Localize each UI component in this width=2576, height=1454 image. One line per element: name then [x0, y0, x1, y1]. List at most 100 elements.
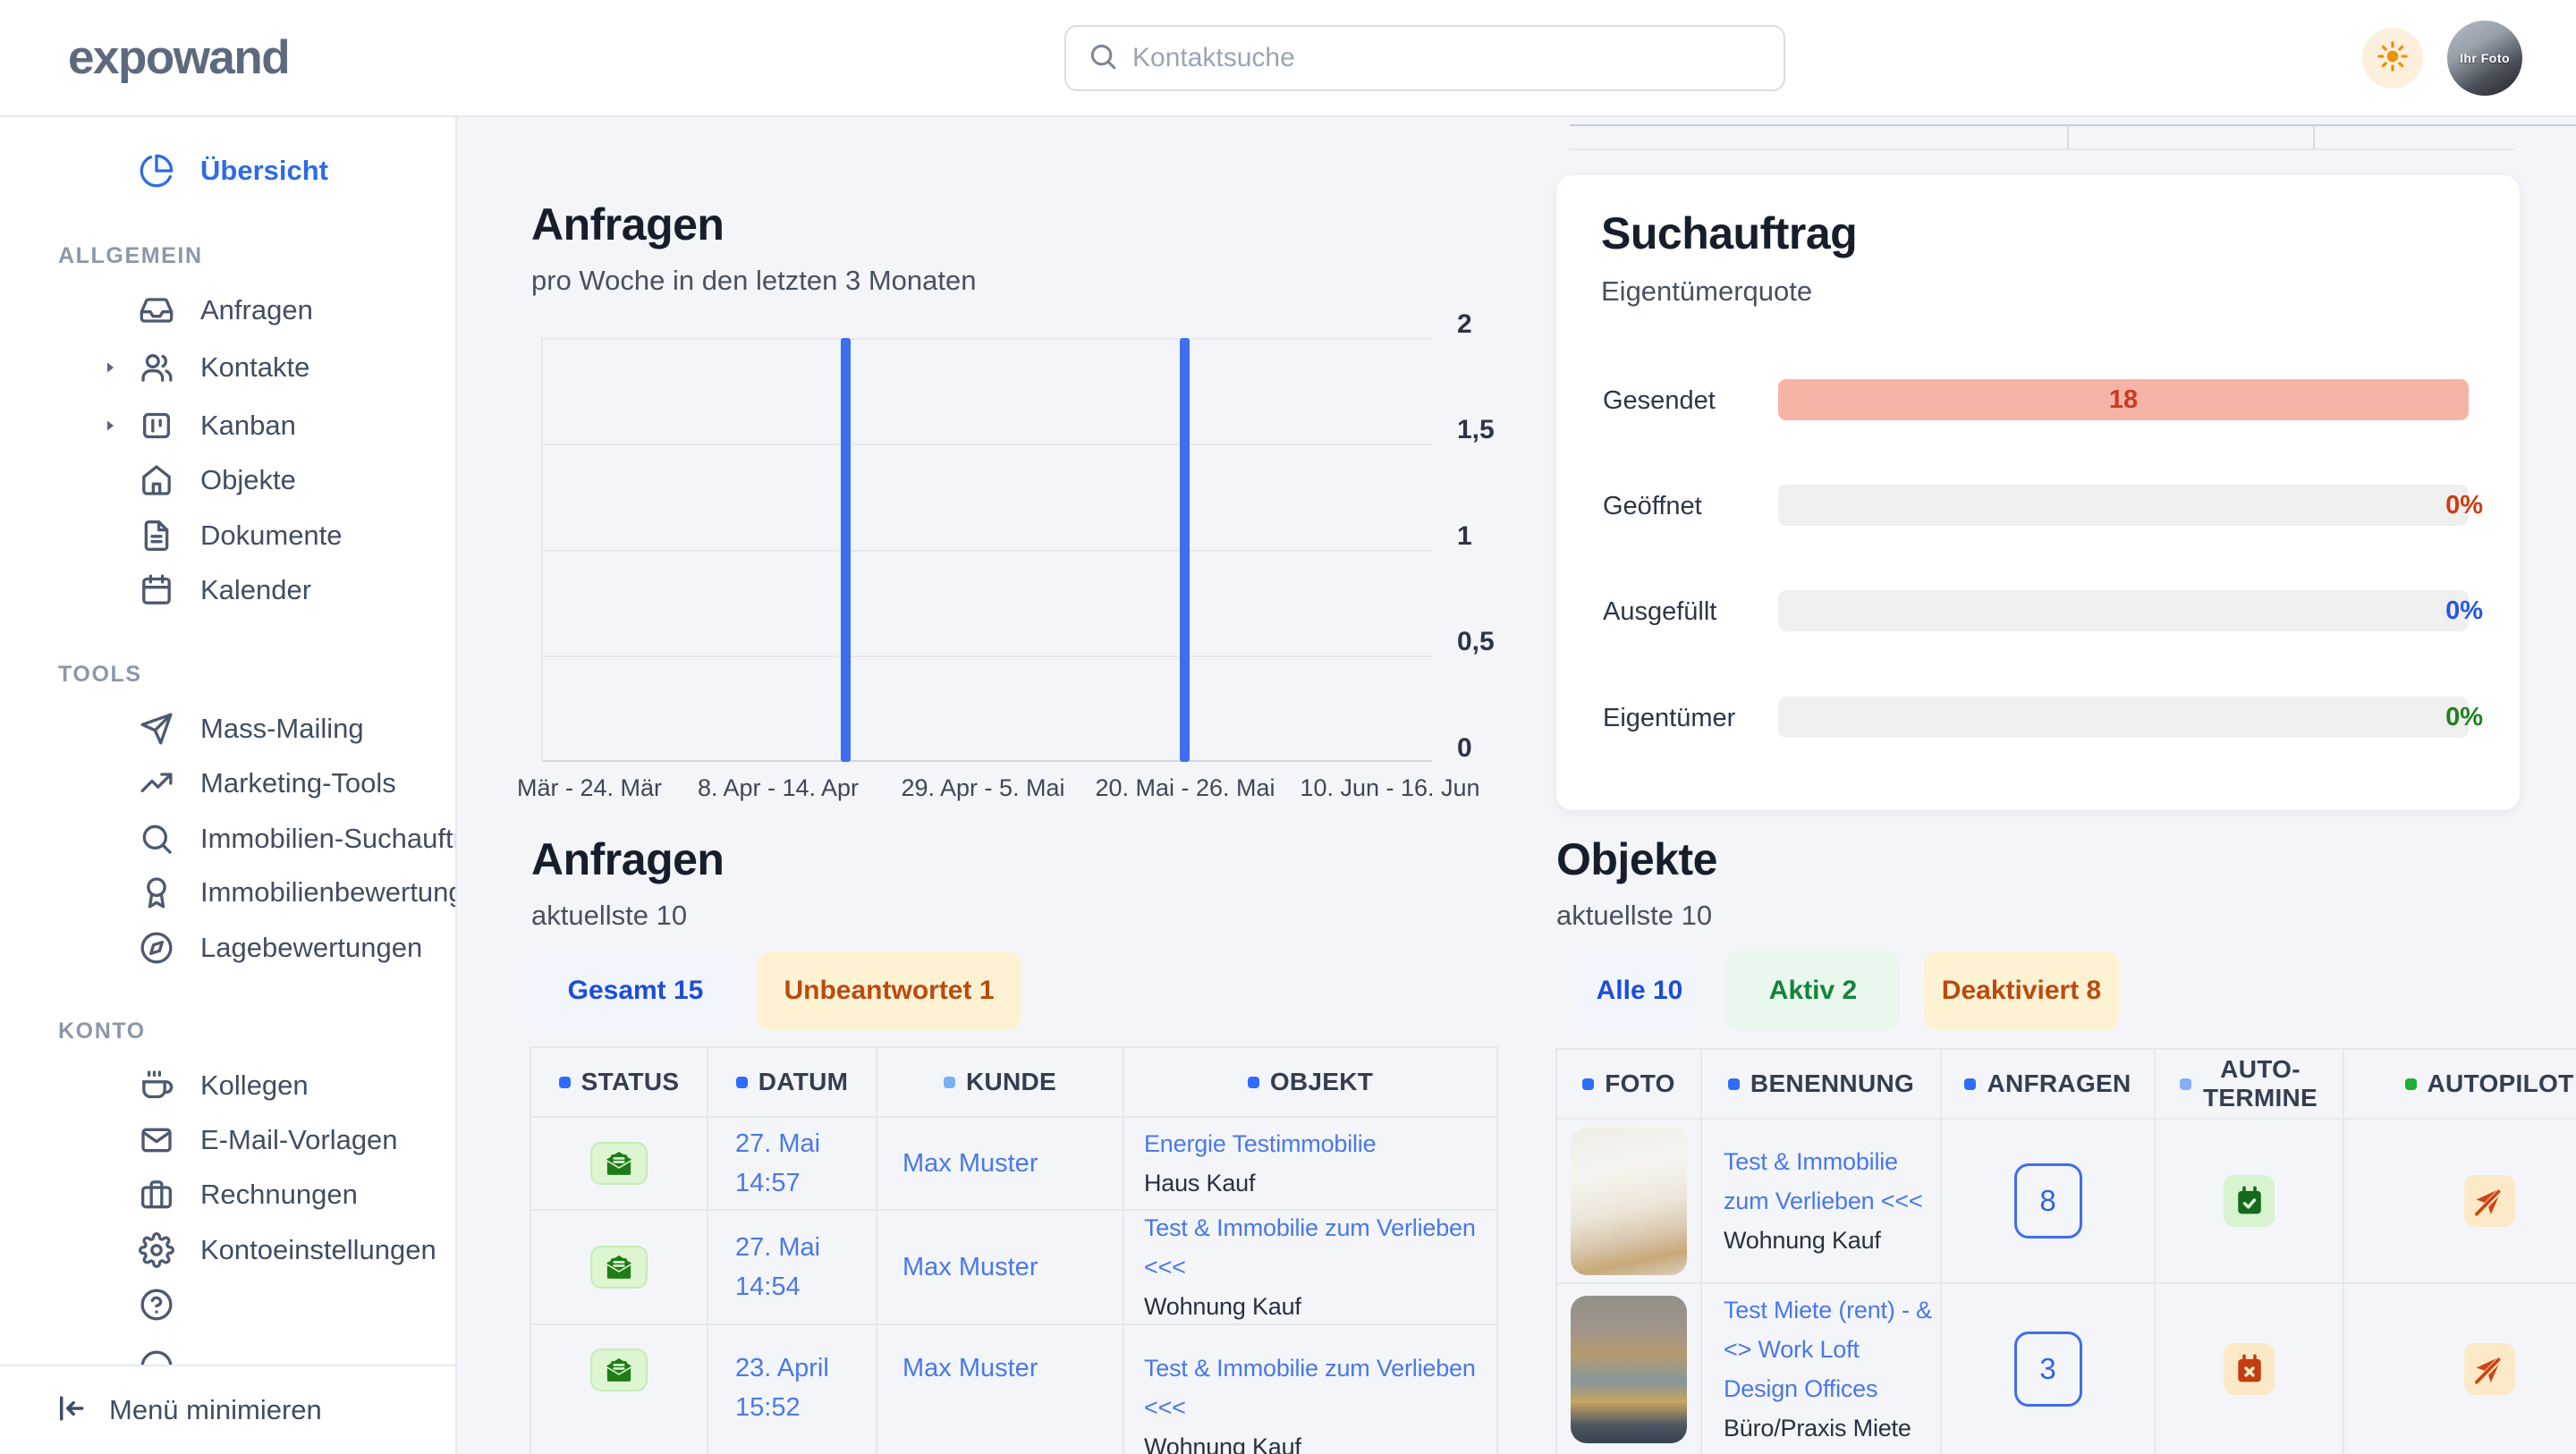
- anfragen-count-button[interactable]: 8: [2014, 1163, 2082, 1238]
- collapse-left-icon: [54, 1391, 88, 1430]
- y-axis-tick: 1: [1457, 521, 1472, 552]
- sidebar-item-immobilienbewertungen[interactable]: Immobilienbewertungen: [0, 872, 455, 913]
- x-axis-tick: 29. Apr - 5. Mai: [901, 774, 1064, 802]
- sidebar-item-immobilien-suchauftraege[interactable]: Immobilien-Suchaufträge: [0, 818, 455, 859]
- column-header-datum: DATUM: [708, 1048, 877, 1118]
- y-axis-tick: 0,5: [1457, 627, 1495, 657]
- sidebar-item-faq[interactable]: [0, 1284, 455, 1325]
- sidebar-item-kontoeinstellungen[interactable]: Kontoeinstellungen: [0, 1230, 455, 1271]
- search-icon: [138, 820, 175, 858]
- table-row-status: [531, 1211, 708, 1325]
- column-header-objekt: OBJEKT: [1124, 1048, 1496, 1118]
- sidebar-item-objekte[interactable]: Objekte: [0, 460, 455, 501]
- theme-toggle-button[interactable]: [2362, 28, 2423, 89]
- table-row-auto-termine: [2156, 1284, 2344, 1454]
- chart-bar: [1180, 338, 1190, 762]
- mail-icon: [138, 1121, 175, 1159]
- table-row-kunde: Max Muster: [877, 1211, 1124, 1325]
- status-bullet-icon: [559, 1077, 571, 1088]
- contact-search[interactable]: [1064, 25, 1785, 91]
- table-row-kunde: Max Muster: [877, 1118, 1124, 1211]
- tab-aktiv[interactable]: Aktiv 2: [1726, 951, 1900, 1030]
- column-header-benennung: BENENNUNG: [1702, 1050, 1942, 1120]
- objekte-list-subtitle: aktuellste 10: [1556, 900, 1712, 932]
- sidebar-item-kontakte[interactable]: Kontakte: [0, 347, 455, 388]
- sidebar-item-uebersicht[interactable]: Übersicht: [0, 150, 455, 191]
- sidebar-item-lagebewertungen[interactable]: Lagebewertungen: [0, 927, 455, 968]
- funnel-row-label: Ausgefüllt: [1603, 597, 1716, 627]
- benennung-bullet-icon: [1728, 1078, 1740, 1090]
- table-row-objekt: Test & Immobilie zum Verlieben <<<Wohnun…: [1124, 1211, 1496, 1325]
- table-row-datum: 27. Mai14:54: [708, 1211, 877, 1325]
- chart-title: Anfragen: [531, 199, 724, 250]
- anfragen-list-title: Anfragen: [531, 833, 724, 885]
- tab-deaktiviert[interactable]: Deaktiviert 8: [1924, 951, 2119, 1030]
- table-row-datum: 23. April15:52: [708, 1325, 877, 1454]
- funnel-bar-eigentuemer: 0%: [1778, 697, 2469, 738]
- sidebar-item-kalender[interactable]: Kalender: [0, 570, 455, 611]
- chart-subtitle: pro Woche in den letzten 3 Monaten: [531, 265, 976, 297]
- tab-gesamt[interactable]: Gesamt 15: [533, 951, 738, 1030]
- sidebar-section-konto: KONTO: [58, 1019, 146, 1044]
- envelope-open-icon: [602, 1252, 636, 1282]
- chevron-right-icon[interactable]: [101, 417, 119, 435]
- sidebar-item-marketing-tools[interactable]: Marketing-Tools: [0, 763, 455, 804]
- funnel-row-label: Gesendet: [1603, 386, 1716, 416]
- envelope-open-icon: [602, 1355, 636, 1385]
- app-root: expowand Ihr Foto Übersicht ALLGEMEIN: [0, 0, 2576, 1454]
- search-input[interactable]: [1132, 43, 1762, 73]
- table-row-anfragen: 3: [1942, 1284, 2156, 1454]
- object-photo[interactable]: [1571, 1128, 1687, 1275]
- sidebar-item-anfragen[interactable]: Anfragen: [0, 290, 455, 331]
- answered-status-badge: [590, 1348, 648, 1391]
- datum-bullet-icon: [736, 1077, 748, 1088]
- anfragen-count-button[interactable]: 3: [2014, 1331, 2082, 1407]
- sidebar-section-tools: TOOLS: [58, 662, 142, 688]
- inbox-icon: [138, 292, 175, 329]
- funnel-bar-gesendet: 18: [1778, 379, 2469, 420]
- y-axis-tick: 0: [1457, 733, 1472, 764]
- sidebar: Übersicht ALLGEMEIN Anfragen Kontakte: [0, 117, 457, 1454]
- anfragen-table: STATUS DATUM KUNDE OBJEKT 27. Mai14:57 M…: [530, 1046, 1498, 1454]
- envelope-open-icon: [602, 1148, 636, 1179]
- funnel-bar-geoeffnet: 0%: [1778, 485, 2469, 526]
- tab-alle[interactable]: Alle 10: [1576, 951, 1703, 1030]
- chevron-right-icon[interactable]: [101, 359, 119, 376]
- object-photo[interactable]: [1571, 1296, 1687, 1443]
- anfragen-week-chart: [541, 338, 1432, 762]
- table-row-autopilot: [2344, 1284, 2576, 1454]
- suchauftrag-title: Suchauftrag: [1601, 207, 1857, 259]
- table-row-objekt: Energie TestimmobilieHaus Kauf: [1124, 1118, 1496, 1211]
- table-row-foto: [1557, 1120, 1702, 1284]
- autopilot-bullet-icon: [2405, 1078, 2417, 1090]
- column-header-auto-termine: AUTO-TERMINE: [2156, 1050, 2344, 1120]
- sidebar-item-kollegen[interactable]: Kollegen: [0, 1065, 455, 1106]
- objekte-list-title: Objekte: [1556, 833, 1717, 885]
- user-avatar[interactable]: Ihr Foto: [2447, 21, 2522, 96]
- gear-icon: [138, 1231, 175, 1269]
- compass-icon: [138, 929, 175, 967]
- table-row-objekt: Test & Immobilie zum Verlieben <<<Wohnun…: [1124, 1325, 1496, 1454]
- tab-unbeantwortet[interactable]: Unbeantwortet 1: [757, 951, 1021, 1030]
- column-header-foto: FOTO: [1557, 1050, 1702, 1120]
- sidebar-item-kanban[interactable]: Kanban: [0, 405, 455, 446]
- column-header-anfragen: ANFRAGEN: [1942, 1050, 2156, 1120]
- collapse-menu-button[interactable]: Menü minimieren: [0, 1365, 457, 1454]
- x-axis-tick: 8. Apr - 14. Apr: [698, 774, 859, 802]
- cutoff-table-divider: [2067, 125, 2069, 149]
- funnel-row-label: Eigentümer: [1603, 704, 1735, 733]
- x-axis-tick: Mär - 24. Mär: [517, 774, 662, 802]
- sidebar-item-email-vorlagen[interactable]: E-Mail-Vorlagen: [0, 1120, 455, 1161]
- answered-status-badge: [590, 1246, 648, 1289]
- sidebar-item-mass-mailing[interactable]: Mass-Mailing: [0, 708, 455, 749]
- table-row-kunde: Max Muster: [877, 1325, 1124, 1454]
- table-row-datum: 27. Mai14:57: [708, 1118, 877, 1211]
- x-axis-tick: 10. Jun - 16. Jun: [1300, 774, 1479, 802]
- table-row-foto: [1557, 1284, 1702, 1454]
- sidebar-item-dokumente[interactable]: Dokumente: [0, 515, 455, 556]
- table-row-benennung: Test Miete (rent) - & <> Work Loft Desig…: [1702, 1284, 1942, 1454]
- suchauftrag-subtitle: Eigentümerquote: [1601, 275, 1812, 308]
- suchauftrag-card: Suchauftrag Eigentümerquote Gesendet 18 …: [1556, 175, 2520, 810]
- table-row-status: [531, 1325, 708, 1454]
- sidebar-item-rechnungen[interactable]: Rechnungen: [0, 1174, 455, 1215]
